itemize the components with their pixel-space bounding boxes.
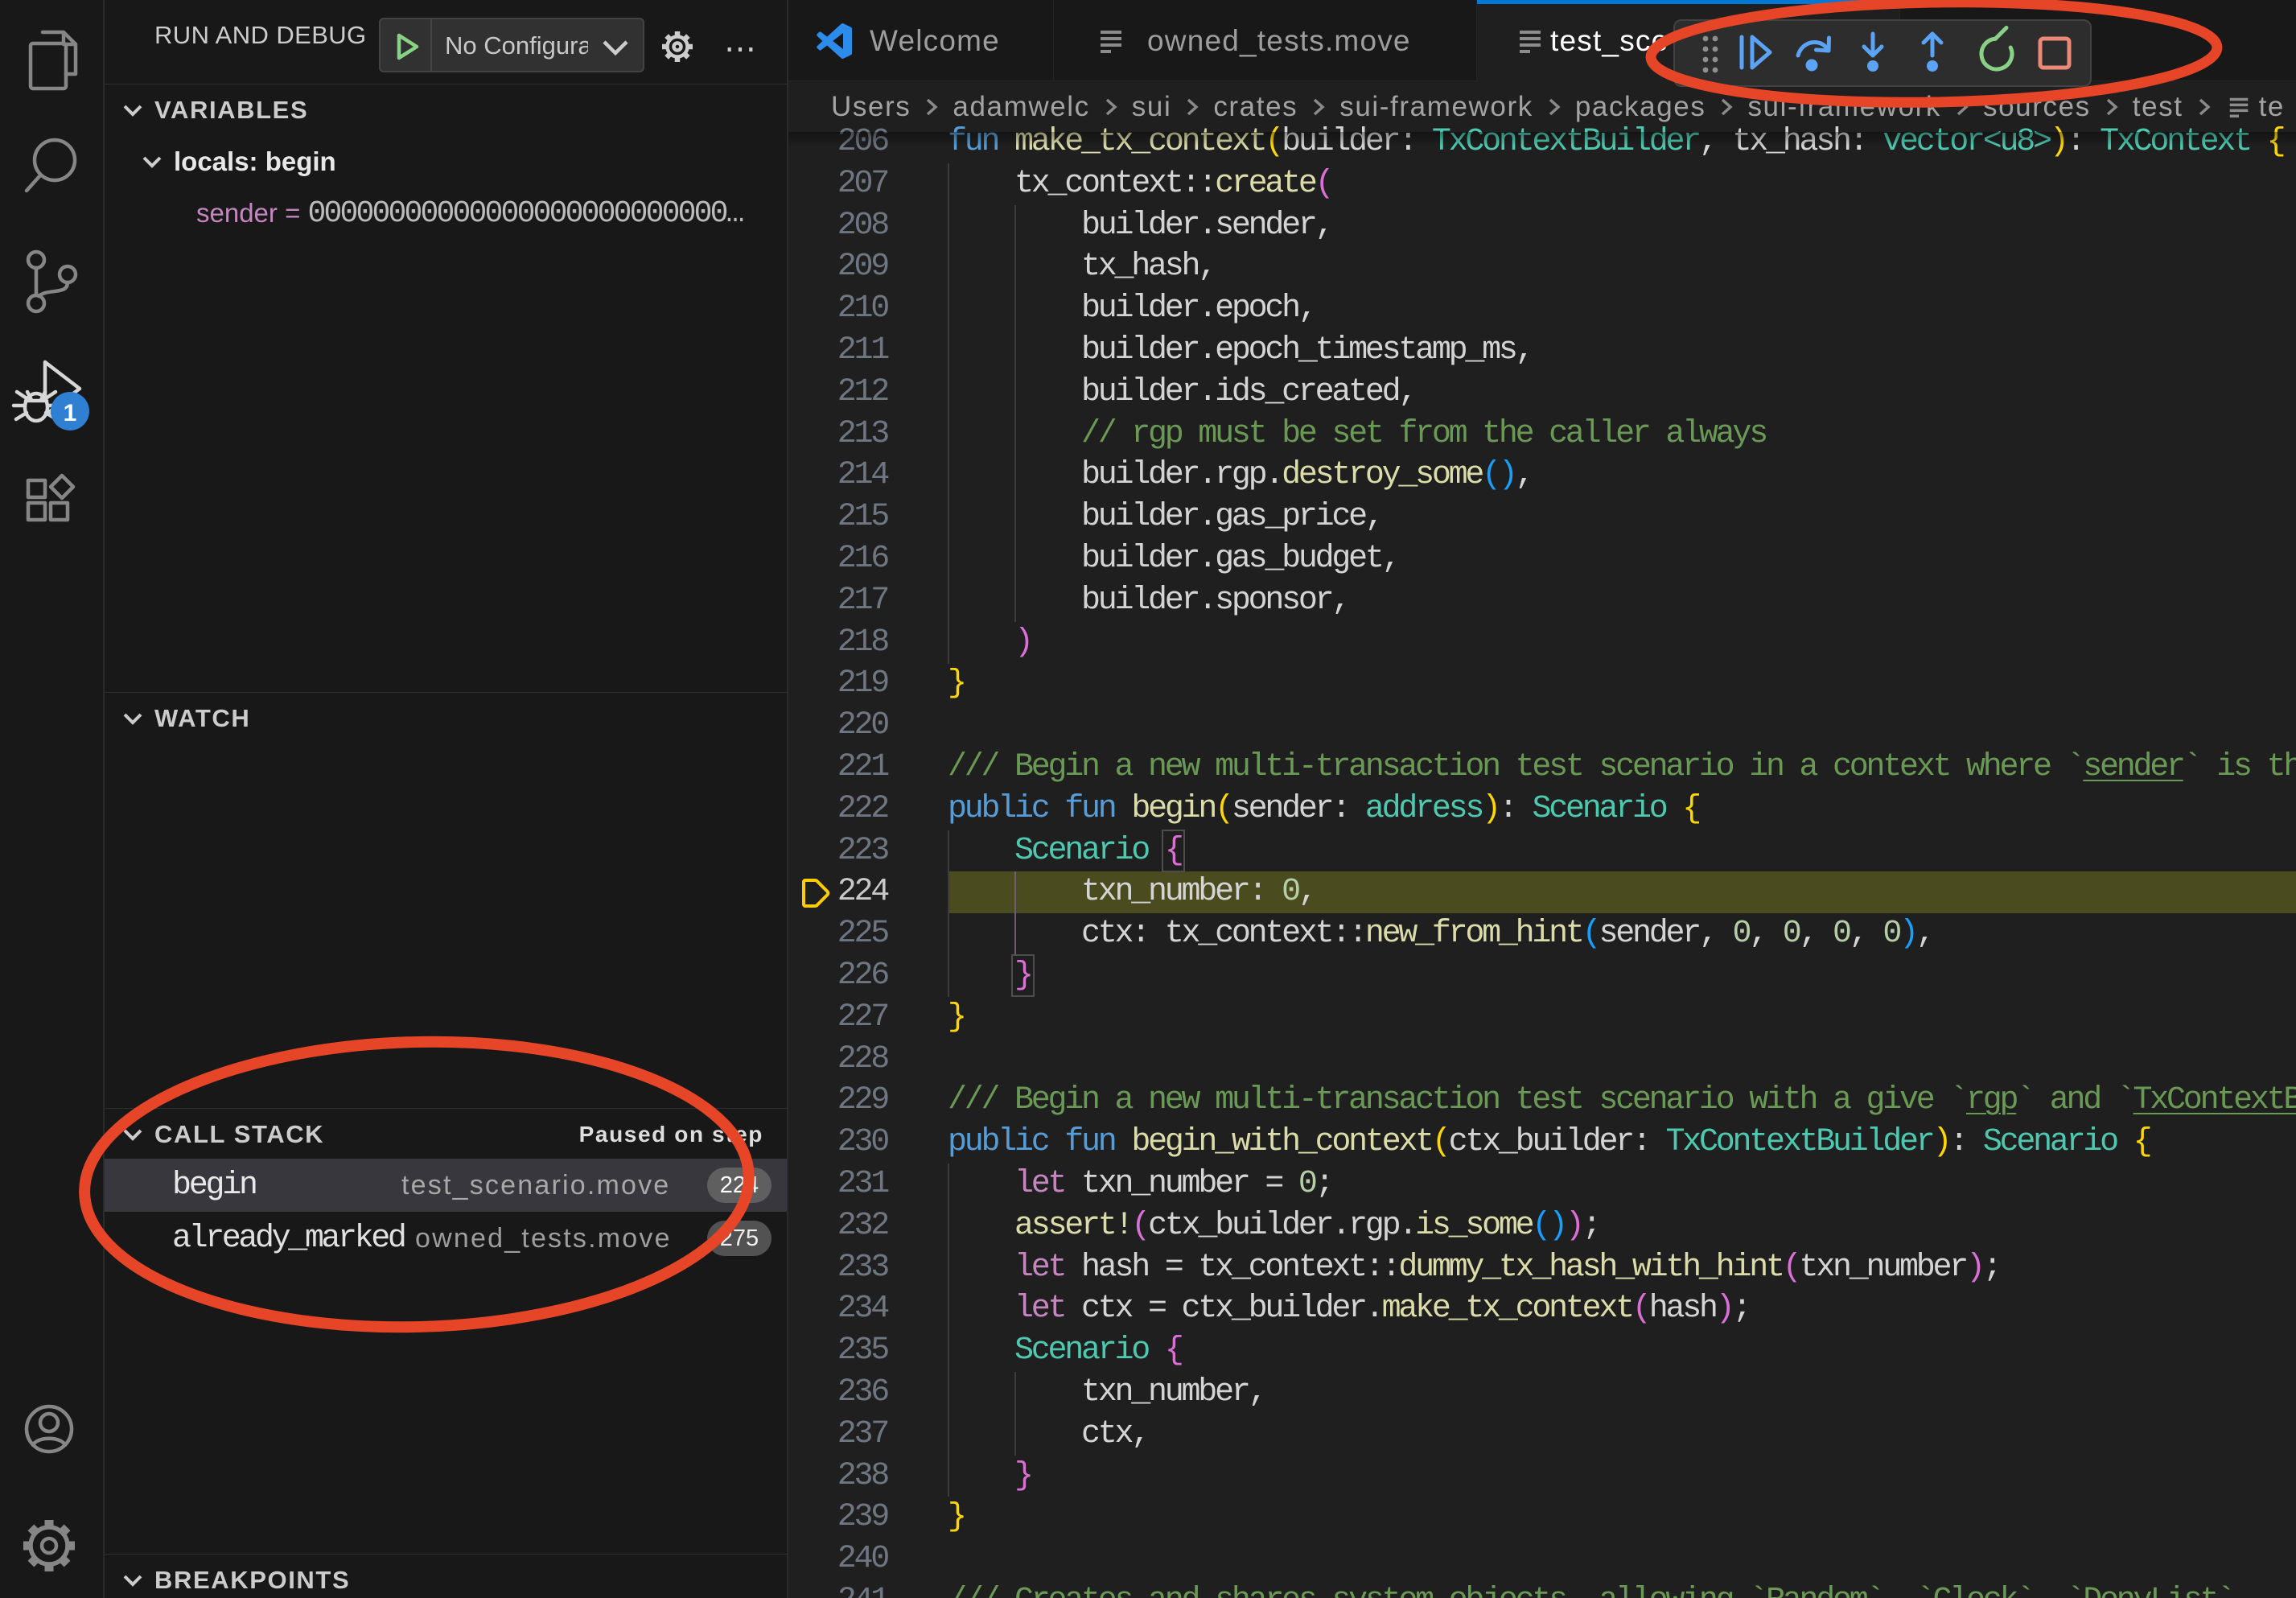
- svg-text:1: 1: [64, 400, 77, 426]
